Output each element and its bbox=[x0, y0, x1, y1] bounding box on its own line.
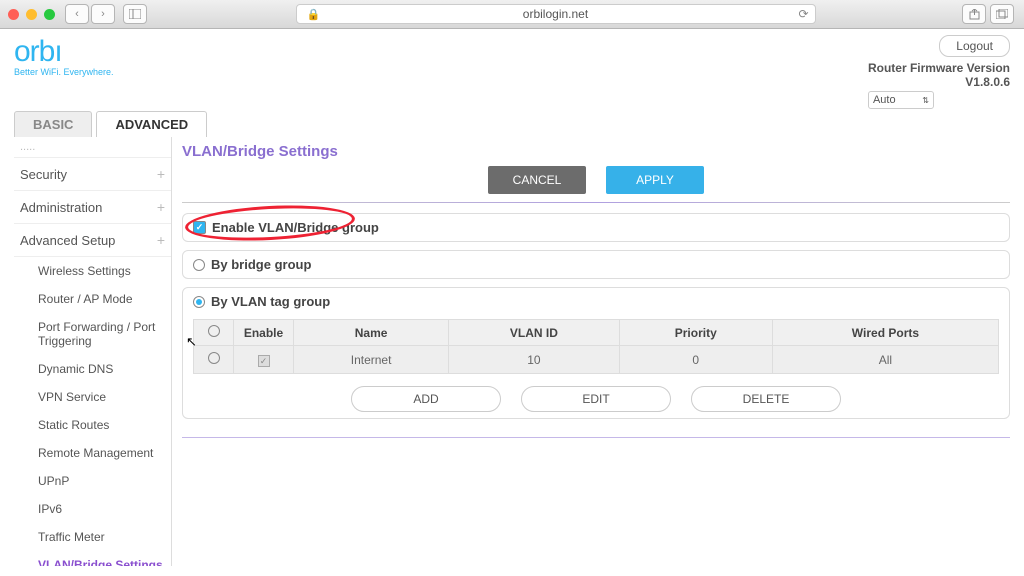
cell-ports: All bbox=[772, 346, 998, 374]
row-enable-checkbox[interactable]: ✓ bbox=[258, 355, 270, 367]
sub-remote-management[interactable]: Remote Management bbox=[14, 439, 171, 467]
back-button[interactable]: ‹ bbox=[65, 4, 89, 24]
tagline: Better WiFi. Everywhere. bbox=[14, 67, 114, 77]
by-vlan-radio[interactable] bbox=[193, 296, 205, 308]
traffic-lights bbox=[8, 9, 55, 20]
bridge-group-panel: By bridge group bbox=[182, 250, 1010, 279]
edit-button[interactable]: EDIT bbox=[521, 386, 671, 412]
select-value: Auto bbox=[873, 94, 896, 106]
vlan-table: Enable Name VLAN ID Priority Wired Ports… bbox=[193, 319, 999, 374]
close-window-icon[interactable] bbox=[8, 9, 19, 20]
sub-dynamic-dns[interactable]: Dynamic DNS bbox=[14, 355, 171, 383]
table-row[interactable]: ✓ Internet 10 0 All bbox=[194, 346, 999, 374]
reload-icon[interactable]: ⟳ bbox=[798, 7, 808, 21]
col-select bbox=[194, 320, 234, 346]
enable-label: Enable VLAN/Bridge group bbox=[212, 220, 379, 235]
browser-chrome: ‹ › 🔒 orbilogin.net ⟳ bbox=[0, 0, 1024, 29]
lock-icon: 🔒 bbox=[307, 8, 321, 21]
by-bridge-label: By bridge group bbox=[211, 257, 311, 272]
share-button[interactable] bbox=[962, 4, 986, 24]
divider bbox=[182, 202, 1010, 203]
url-text: orbilogin.net bbox=[523, 7, 588, 21]
cell-name: Internet bbox=[294, 346, 449, 374]
row-select-radio[interactable] bbox=[208, 352, 220, 364]
minimize-window-icon[interactable] bbox=[26, 9, 37, 20]
sub-ipv6[interactable]: IPv6 bbox=[14, 495, 171, 523]
col-priority: Priority bbox=[619, 320, 772, 346]
delete-button[interactable]: DELETE bbox=[691, 386, 841, 412]
select-all-radio[interactable] bbox=[208, 325, 220, 337]
forward-button[interactable]: › bbox=[91, 4, 115, 24]
main-content: VLAN/Bridge Settings CANCEL APPLY ✓ Enab… bbox=[172, 137, 1010, 566]
sidebar-item-advanced-setup[interactable]: Advanced Setup+ bbox=[14, 224, 171, 257]
sidebar-item-truncated[interactable]: ..... bbox=[14, 139, 171, 158]
logo: orbı Better WiFi. Everywhere. bbox=[14, 35, 114, 77]
sub-router-ap-mode[interactable]: Router / AP Mode bbox=[14, 285, 171, 313]
tab-basic[interactable]: BASIC bbox=[14, 111, 92, 137]
plus-icon: + bbox=[157, 166, 165, 182]
enable-vlan-checkbox[interactable]: ✓ bbox=[193, 221, 206, 234]
add-button[interactable]: ADD bbox=[351, 386, 501, 412]
firmware-version: V1.8.0.6 bbox=[868, 75, 1010, 89]
sidebar-item-security[interactable]: Security+ bbox=[14, 158, 171, 191]
language-select[interactable]: Auto ⇅ bbox=[868, 91, 934, 109]
enable-panel: ✓ Enable VLAN/Bridge group bbox=[182, 213, 1010, 242]
sidebar: ..... Security+ Administration+ Advanced… bbox=[14, 137, 172, 566]
chevron-updown-icon: ⇅ bbox=[922, 96, 929, 105]
vlan-group-panel: By VLAN tag group Enable Name VLAN ID Pr… bbox=[182, 287, 1010, 419]
tabs-button[interactable] bbox=[990, 4, 1014, 24]
cell-vlanid: 10 bbox=[449, 346, 619, 374]
maximize-window-icon[interactable] bbox=[44, 9, 55, 20]
sub-static-routes[interactable]: Static Routes bbox=[14, 411, 171, 439]
firmware-label: Router Firmware Version bbox=[868, 61, 1010, 75]
sub-port-forwarding[interactable]: Port Forwarding / Port Triggering bbox=[14, 313, 171, 355]
plus-icon: + bbox=[157, 199, 165, 215]
sidebar-toggle-icon[interactable] bbox=[123, 4, 147, 24]
page-title: VLAN/Bridge Settings bbox=[182, 143, 1010, 160]
divider bbox=[182, 437, 1010, 438]
sidebar-item-administration[interactable]: Administration+ bbox=[14, 191, 171, 224]
sub-traffic-meter[interactable]: Traffic Meter bbox=[14, 523, 171, 551]
cancel-button[interactable]: CANCEL bbox=[488, 166, 586, 194]
col-enable: Enable bbox=[234, 320, 294, 346]
cell-priority: 0 bbox=[619, 346, 772, 374]
col-ports: Wired Ports bbox=[772, 320, 998, 346]
logout-button[interactable]: Logout bbox=[939, 35, 1010, 57]
sub-wireless-settings[interactable]: Wireless Settings bbox=[14, 257, 171, 285]
plus-icon: + bbox=[157, 232, 165, 248]
sub-vlan-bridge-settings[interactable]: VLAN/Bridge Settings bbox=[14, 551, 171, 566]
by-bridge-radio[interactable] bbox=[193, 259, 205, 271]
tab-advanced[interactable]: ADVANCED bbox=[96, 111, 207, 137]
apply-button[interactable]: APPLY bbox=[606, 166, 704, 194]
col-name: Name bbox=[294, 320, 449, 346]
by-vlan-label: By VLAN tag group bbox=[211, 294, 330, 309]
sub-vpn-service[interactable]: VPN Service bbox=[14, 383, 171, 411]
col-vlanid: VLAN ID bbox=[449, 320, 619, 346]
logo-text: orbı bbox=[14, 35, 114, 69]
address-bar[interactable]: 🔒 orbilogin.net ⟳ bbox=[296, 4, 816, 24]
sub-upnp[interactable]: UPnP bbox=[14, 467, 171, 495]
